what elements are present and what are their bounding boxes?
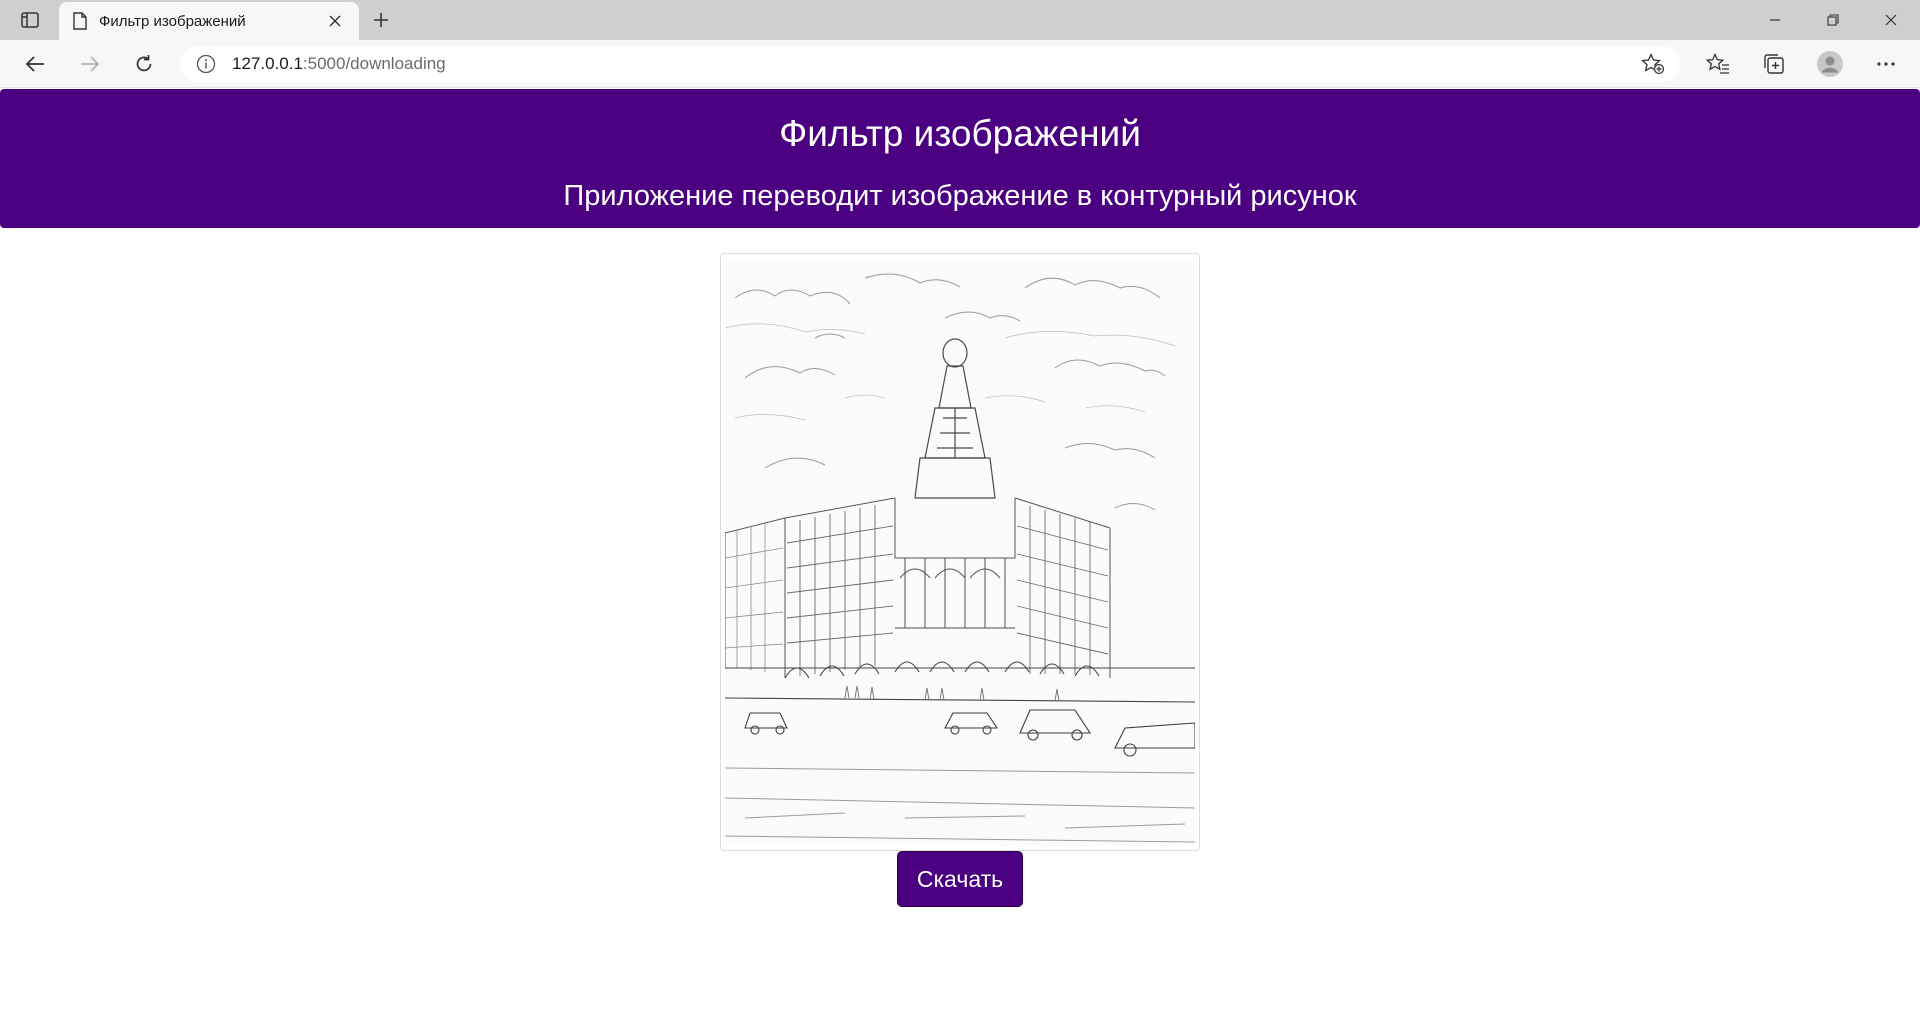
- address-bar[interactable]: 127.0.0.1:5000/downloading: [180, 46, 1680, 82]
- add-favorite-button[interactable]: [1640, 52, 1666, 76]
- page-content: Фильтр изображений Приложение переводит …: [0, 89, 1920, 1030]
- close-window-button[interactable]: [1862, 0, 1920, 40]
- restore-icon: [1827, 14, 1839, 26]
- result-image-frame: [720, 253, 1200, 851]
- tab-actions-button[interactable]: [14, 6, 46, 34]
- close-icon: [329, 15, 341, 27]
- url-text[interactable]: 127.0.0.1:5000/downloading: [232, 54, 446, 74]
- tab-actions-icon: [21, 12, 39, 28]
- minimize-button[interactable]: [1746, 0, 1804, 40]
- profile-button[interactable]: [1802, 48, 1858, 80]
- back-button[interactable]: [17, 48, 53, 80]
- page-header: Фильтр изображений Приложение переводит …: [0, 89, 1920, 228]
- forward-button[interactable]: [72, 48, 108, 80]
- profile-icon: [1817, 51, 1843, 77]
- browser-right-tools: [1690, 48, 1914, 80]
- url-host: 127.0.0.1: [232, 54, 303, 73]
- arrow-left-icon: [25, 56, 44, 72]
- new-tab-button[interactable]: [367, 6, 395, 34]
- close-window-icon: [1885, 14, 1897, 26]
- contour-sketch-image: [725, 258, 1195, 846]
- info-icon[interactable]: [196, 54, 216, 74]
- browser-tab-active[interactable]: Фильтр изображений: [59, 2, 359, 40]
- refresh-button[interactable]: [126, 48, 162, 80]
- window-controls: [1746, 0, 1920, 40]
- more-button[interactable]: [1858, 48, 1914, 80]
- browser-tab-strip: Фильтр изображений: [0, 0, 1920, 40]
- favorites-button[interactable]: [1690, 48, 1746, 80]
- tab-title: Фильтр изображений: [99, 12, 246, 30]
- collections-button[interactable]: [1746, 48, 1802, 80]
- more-icon: [1877, 62, 1895, 66]
- url-path: :5000/downloading: [302, 54, 446, 73]
- collections-icon: [1764, 54, 1784, 74]
- restore-button[interactable]: [1804, 0, 1862, 40]
- browser-toolbar: 127.0.0.1:5000/downloading: [0, 40, 1920, 88]
- arrow-right-icon: [81, 56, 100, 72]
- page-title: Фильтр изображений: [779, 113, 1141, 154]
- page-icon: [73, 12, 87, 30]
- tab-close-button[interactable]: [323, 9, 347, 33]
- star-plus-icon: [1641, 53, 1665, 75]
- plus-icon: [374, 13, 388, 27]
- page-subtitle: Приложение переводит изображение в конту…: [563, 180, 1357, 212]
- download-button[interactable]: Скачать: [897, 851, 1023, 907]
- minimize-icon: [1770, 19, 1780, 21]
- favorites-icon: [1706, 53, 1729, 74]
- refresh-icon: [136, 55, 152, 72]
